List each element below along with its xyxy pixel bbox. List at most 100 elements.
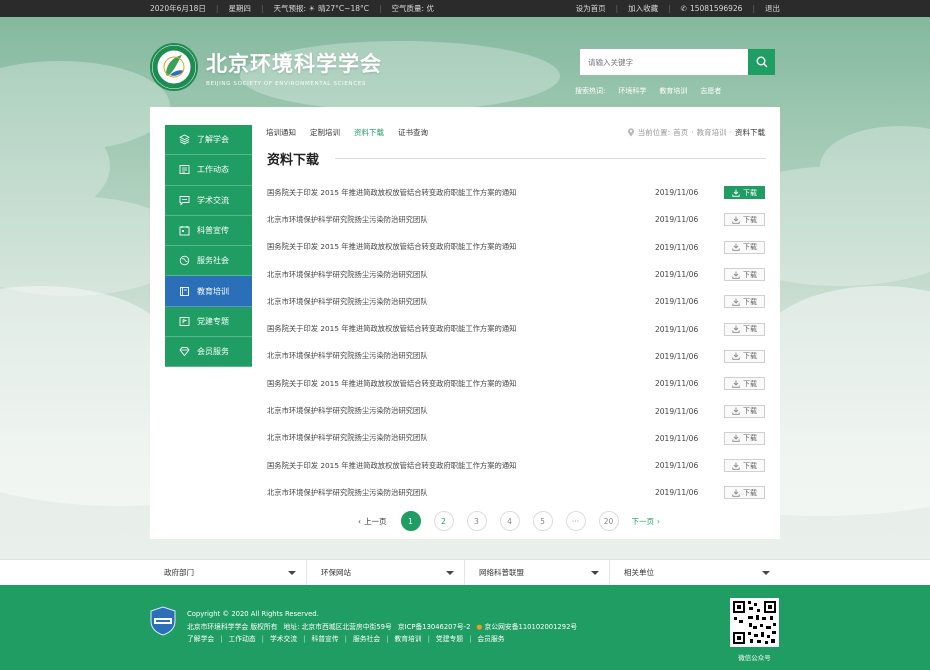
- document-title-link[interactable]: 北京市环境保护科学研究院扬尘污染防治研究团队: [267, 351, 647, 361]
- science-alliance-select[interactable]: 网络科普联盟: [465, 560, 610, 585]
- document-title-link[interactable]: 北京市环境保护科学研究院扬尘污染防治研究团队: [267, 433, 647, 443]
- site-logo[interactable]: 北京环境科学学会 BEIJING SOCIETY OF ENVIRONMENTA…: [150, 43, 382, 91]
- phone-number: ✆ 15081596926: [680, 4, 743, 13]
- tab-certificate-query[interactable]: 证书查询: [398, 127, 428, 138]
- document-title-link[interactable]: 北京市环境保护科学研究院扬尘污染防治研究团队: [267, 488, 647, 498]
- wechat-qr-code: [730, 598, 779, 647]
- layers-icon: [179, 134, 192, 145]
- caret-down-icon: [591, 570, 599, 575]
- download-button[interactable]: 下载: [724, 268, 765, 282]
- page-number-button[interactable]: 4: [499, 511, 520, 531]
- sidebar-item-about[interactable]: 了解学会: [165, 125, 252, 156]
- page-number-button[interactable]: 5: [532, 511, 553, 531]
- news-icon: [179, 164, 192, 175]
- download-button[interactable]: 下载: [724, 213, 765, 227]
- document-date: 2019/11/06: [655, 215, 699, 225]
- footer-nav-link[interactable]: 学术交流: [270, 633, 297, 646]
- document-date: 2019/11/06: [655, 461, 699, 471]
- hot-word-link[interactable]: 环境科学: [618, 86, 646, 96]
- footer-nav-link[interactable]: 服务社会: [353, 633, 380, 646]
- document-date: 2019/11/06: [655, 188, 699, 198]
- document-title-link[interactable]: 国务院关于印发 2015 年推进简政放权放管结合转变政府职能工作方案的通知: [267, 242, 647, 252]
- breadcrumb-parent[interactable]: 教育培训: [697, 127, 727, 138]
- calendar-icon: [179, 225, 192, 236]
- police-record[interactable]: ● 京公网安备110102001292号: [476, 621, 577, 634]
- footer-nav-link[interactable]: 工作动态: [228, 633, 255, 646]
- set-home-link[interactable]: 设为首页: [576, 3, 606, 14]
- sidebar-item-label: 服务社会: [197, 256, 229, 266]
- table-row: 国务院关于印发 2015 年推进简政放权放管结合转变政府职能工作方案的通知 201…: [267, 179, 767, 206]
- document-title-link[interactable]: 国务院关于印发 2015 年推进简政放权放管结合转变政府职能工作方案的通知: [267, 188, 647, 198]
- sidebar-item-education[interactable]: 教育培训: [165, 276, 252, 307]
- sidebar-item-society[interactable]: 服务社会: [165, 246, 252, 277]
- footer-nav: 了解学会 | 工作动态 | 学术交流 | 科普宣传 | 服务社会 | 教育培训 | 党建专题 | 会员服务: [187, 633, 577, 646]
- page-number-button[interactable]: 2: [433, 511, 454, 531]
- tab-custom-training[interactable]: 定制培训: [310, 127, 340, 138]
- footer-nav-link[interactable]: 了解学会: [187, 633, 214, 646]
- footer-nav-link[interactable]: 教育培训: [394, 633, 421, 646]
- gov-badge-icon[interactable]: [150, 606, 176, 638]
- download-button[interactable]: 下载: [724, 431, 765, 445]
- sidebar-item-news[interactable]: 工作动态: [165, 155, 252, 186]
- download-button[interactable]: 下载: [724, 322, 765, 336]
- search-button[interactable]: [748, 49, 775, 75]
- download-icon: [732, 407, 740, 415]
- sidebar-item-science[interactable]: 科普宣传: [165, 215, 252, 247]
- tab-training-notice[interactable]: 培训通知: [266, 127, 296, 138]
- download-button[interactable]: 下载: [724, 404, 765, 418]
- download-icon: [732, 243, 740, 251]
- tab-downloads[interactable]: 资料下载: [354, 127, 384, 138]
- qr-label: 微信公众号: [738, 654, 771, 662]
- download-button[interactable]: 下载: [724, 486, 765, 500]
- page-number-button[interactable]: 3: [466, 511, 487, 531]
- download-button[interactable]: 下载: [724, 240, 765, 254]
- breadcrumb-home[interactable]: 首页: [673, 127, 688, 138]
- download-icon: [732, 380, 740, 388]
- title-divider: [335, 158, 766, 159]
- download-icon: [732, 298, 740, 306]
- download-icon: [732, 189, 740, 197]
- page-number-button[interactable]: 20: [598, 511, 619, 531]
- logout-link[interactable]: 退出: [765, 3, 780, 14]
- gov-departments-select[interactable]: 政府部门: [150, 560, 307, 585]
- add-favorite-link[interactable]: 加入收藏: [628, 3, 658, 14]
- document-title-link[interactable]: 北京市环境保护科学研究院扬尘污染防治研究团队: [267, 297, 647, 307]
- download-button[interactable]: 下载: [724, 459, 765, 473]
- download-button[interactable]: 下载: [724, 295, 765, 309]
- prev-page-button[interactable]: ‹ 上一页: [358, 516, 387, 527]
- document-date: 2019/11/06: [655, 297, 699, 307]
- search-input[interactable]: [580, 49, 748, 75]
- document-title-link[interactable]: 国务院关于印发 2015 年推进简政放权放管结合转变政府职能工作方案的通知: [267, 461, 647, 471]
- separator: |: [303, 635, 306, 643]
- document-title-link[interactable]: 北京市环境保护科学研究院扬尘污染防治研究团队: [267, 215, 647, 225]
- pagination: ‹ 上一页 1 2 3 4 5 ··· 20 下一页 ›: [358, 511, 660, 531]
- download-button[interactable]: 下载: [724, 349, 765, 363]
- footer-nav-link[interactable]: 会员服务: [477, 633, 504, 646]
- download-button[interactable]: 下载: [724, 186, 765, 200]
- hot-word-link[interactable]: 教育培训: [659, 86, 687, 96]
- footer-info: Copyright © 2020 All Rights Reserved. 北京…: [187, 608, 577, 646]
- related-units-select[interactable]: 相关单位: [610, 560, 780, 585]
- page-ellipsis: ···: [565, 511, 586, 531]
- document-title-link[interactable]: 国务院关于印发 2015 年推进简政放权放管结合转变政府职能工作方案的通知: [267, 324, 647, 334]
- hot-word-link[interactable]: 志愿者: [700, 86, 721, 96]
- sidebar-item-academic[interactable]: 学术交流: [165, 185, 252, 216]
- icp-number[interactable]: 京ICP备13046207号-2: [398, 621, 471, 634]
- document-title-link[interactable]: 北京市环境保护科学研究院扬尘污染防治研究团队: [267, 406, 647, 416]
- friendly-links-bar: 政府部门 环保网站 网络科普联盟 相关单位: [0, 559, 930, 585]
- phone-icon: ✆: [680, 4, 687, 13]
- eco-sites-select[interactable]: 环保网站: [307, 560, 465, 585]
- sidebar-item-member[interactable]: 会员服务: [165, 337, 252, 368]
- footer-nav-link[interactable]: 党建专题: [436, 633, 463, 646]
- download-button[interactable]: 下载: [724, 377, 765, 391]
- page-number-button[interactable]: 1: [400, 511, 421, 531]
- document-title-link[interactable]: 北京市环境保护科学研究院扬尘污染防治研究团队: [267, 270, 647, 280]
- page-title: 资料下载: [267, 153, 320, 168]
- content-panel: 了解学会 工作动态 学术交流 科普宣传 服务社会 教育培训 党建专题 会员服务 …: [150, 107, 780, 539]
- footer-nav-link[interactable]: 科普宣传: [311, 633, 338, 646]
- sidebar-item-party[interactable]: 党建专题: [165, 306, 252, 338]
- download-icon: [732, 216, 740, 224]
- sub-tabs: 培训通知 定制培训 资料下载 证书查询: [266, 127, 428, 138]
- next-page-button[interactable]: 下一页 ›: [632, 516, 661, 527]
- document-title-link[interactable]: 国务院关于印发 2015 年推进简政放权放管结合转变政府职能工作方案的通知: [267, 379, 647, 389]
